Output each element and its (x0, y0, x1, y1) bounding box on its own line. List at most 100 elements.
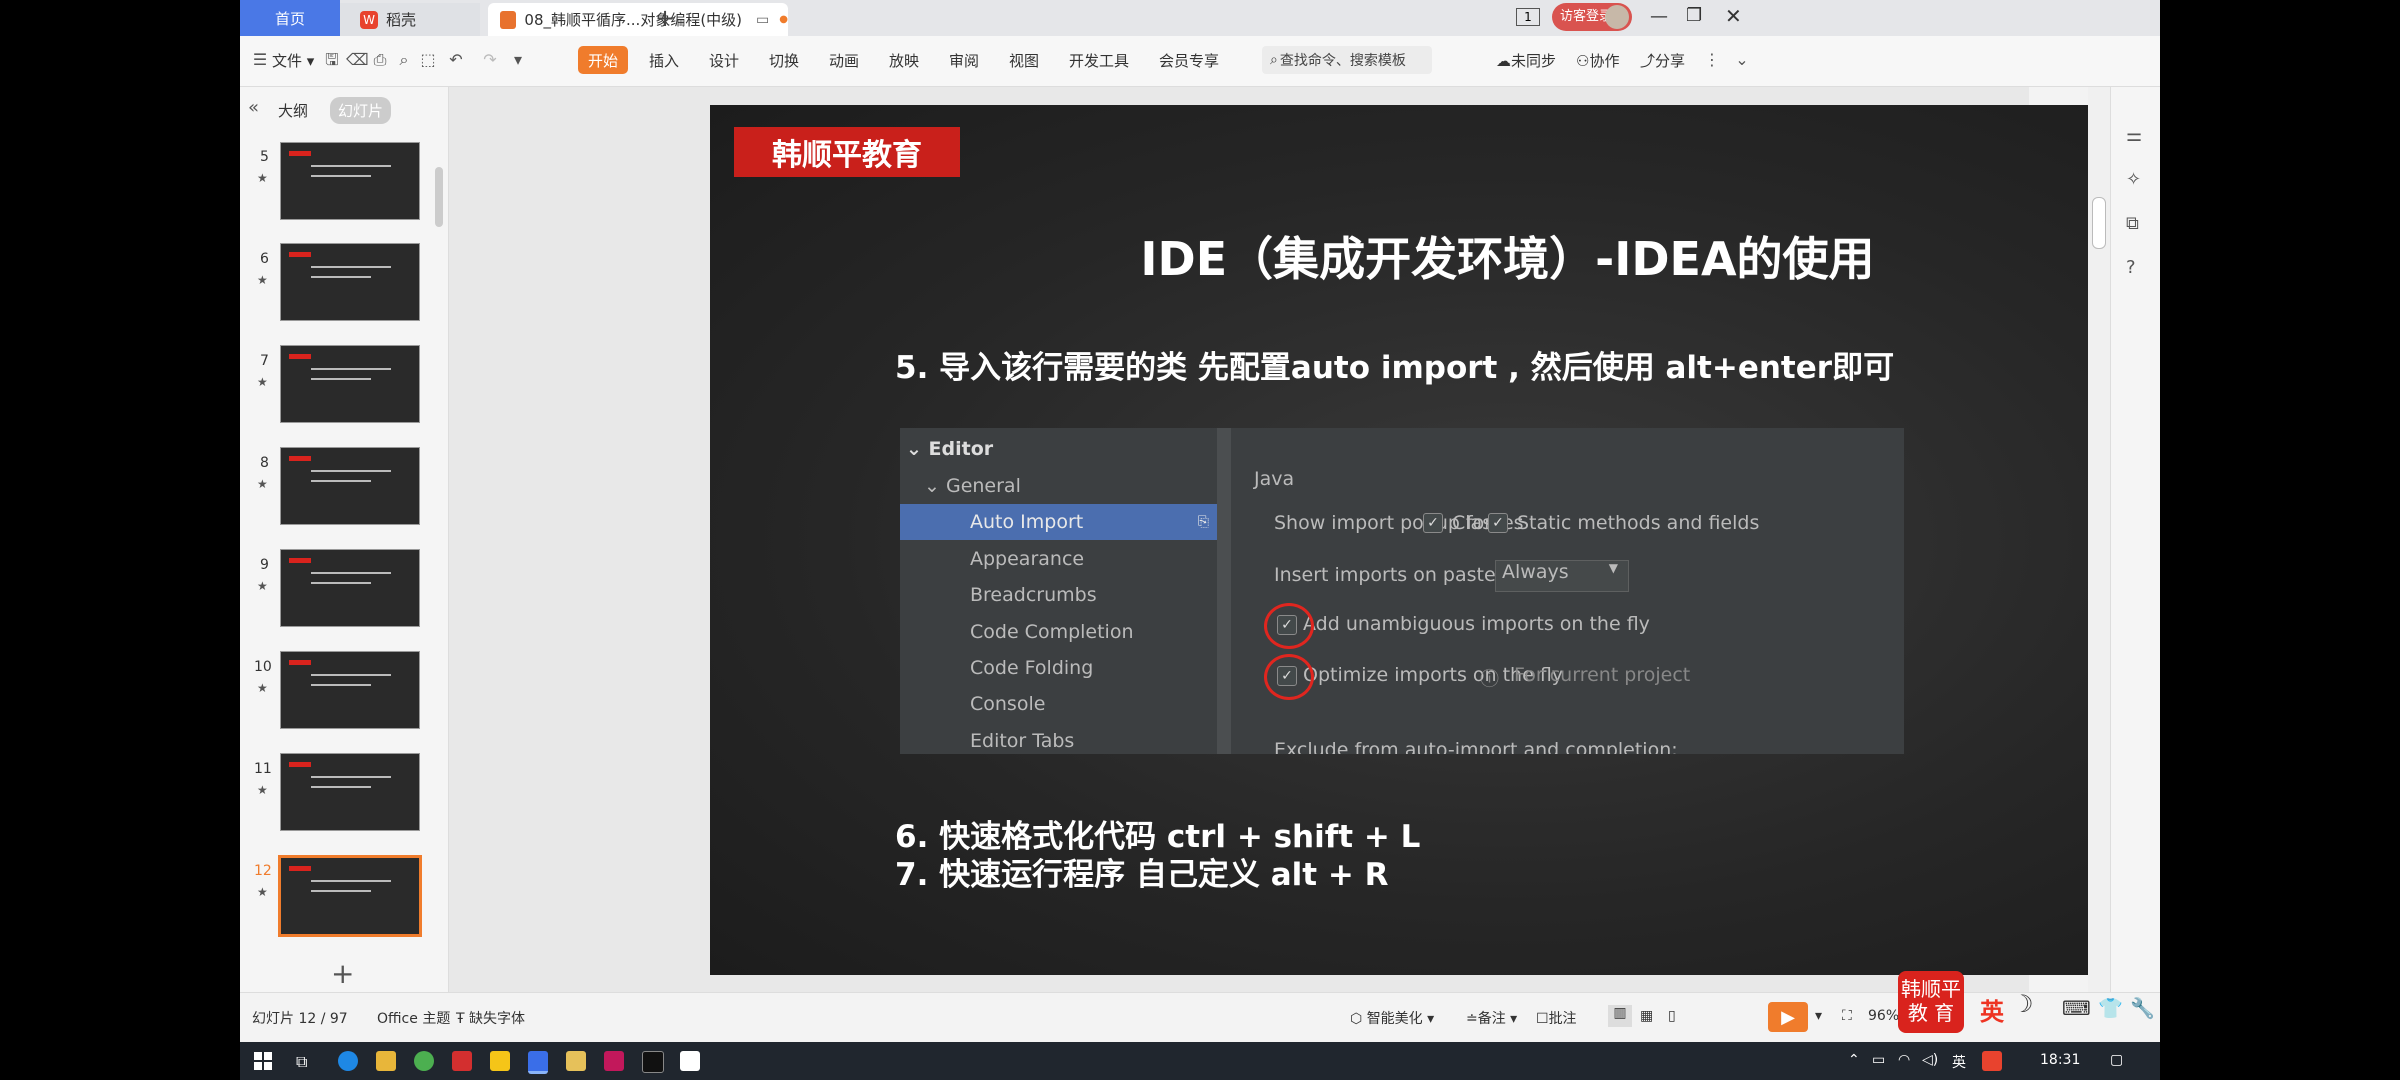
tab-insert[interactable]: 插入 (649, 50, 679, 71)
capture-app-icon[interactable] (680, 1051, 700, 1071)
wifi-icon[interactable]: ◠ (1898, 1052, 1910, 1068)
reading-view-icon[interactable]: ▯ (1668, 1008, 1676, 1024)
file-explorer-icon[interactable] (376, 1051, 396, 1071)
xmind-icon[interactable] (452, 1051, 472, 1071)
slide-position: 幻灯片 12 / 97 (252, 1011, 348, 1027)
intellij-icon[interactable] (604, 1051, 624, 1071)
slide-thumbnail-5[interactable] (280, 142, 420, 220)
tab-view[interactable]: 视图 (1009, 50, 1039, 71)
monitor-icon[interactable]: ▭ (756, 12, 769, 28)
share-button[interactable]: ⤴分享 (1640, 50, 1685, 71)
windows-start-icon[interactable] (254, 1052, 272, 1070)
missing-font-button[interactable]: Ŧ 缺失字体 (456, 1008, 525, 1028)
terminal-icon[interactable] (642, 1051, 664, 1073)
notification-icon[interactable]: ▢ (2110, 1052, 2123, 1068)
slide-title: IDE（集成开发环境）-IDEA的使用 (1140, 232, 1875, 286)
help-icon[interactable]: ? (2126, 257, 2136, 278)
cloud-icon: ☁ (1496, 52, 1511, 70)
tab-design[interactable]: 设计 (709, 50, 739, 71)
command-search[interactable]: ⌕ 查找命令、搜索模板 (1262, 46, 1432, 74)
print-icon[interactable]: ⎙ (370, 50, 390, 70)
copy-format-icon[interactable]: ⧉ (2126, 213, 2139, 234)
slide-thumbnail-7[interactable] (280, 345, 420, 423)
clock[interactable]: 18:31 (2040, 1052, 2080, 1068)
minimize-icon[interactable]: — (1650, 6, 1668, 27)
fit-window-icon[interactable]: ⛶ (1842, 1008, 1852, 1024)
current-slide[interactable]: 韩顺平教育 IDE（集成开发环境）-IDEA的使用 5. 导入该行需要的类 先配… (710, 105, 2160, 975)
collapse-panel-icon[interactable]: « (248, 97, 259, 118)
notes-app-icon[interactable] (566, 1051, 586, 1071)
redo-icon[interactable]: ↷ (480, 50, 500, 70)
hamburger-icon[interactable]: ☰ (250, 50, 270, 70)
collapse-ribbon-icon[interactable]: ⌄ (1732, 50, 1752, 70)
canvas-scroll-thumb[interactable] (2092, 197, 2106, 249)
sync-status[interactable]: ☁未同步 (1496, 50, 1556, 71)
slide-thumbnail-9[interactable] (280, 549, 420, 627)
more-options-icon[interactable]: ⋮ (1702, 50, 1722, 70)
tab-document[interactable]: 08_韩顺平循序...对象编程(中级) ▭ ● (488, 3, 788, 36)
pycharm-icon[interactable] (490, 1051, 510, 1071)
pin-icon[interactable]: ✧ (2126, 169, 2141, 190)
tab-transition[interactable]: 切换 (769, 50, 799, 71)
tab-home[interactable]: 首页 (240, 0, 340, 36)
ime-mode[interactable]: 英 (1980, 992, 2004, 1027)
tab-start[interactable]: 开始 (578, 46, 628, 74)
tab-docer[interactable]: W 稻壳 (340, 3, 480, 36)
file-menu[interactable]: 文件 ▾ (272, 50, 314, 71)
wps-taskbar-icon[interactable] (528, 1051, 548, 1074)
slide-thumbnail-panel: « 大纲 幻灯片 5 ★ 6 ★ 7 ★ 8 ★ 9 ★ 10 ★ 11 ★ 1… (240, 87, 449, 992)
save-icon[interactable]: 🖫 (322, 50, 342, 70)
wps-tray-icon[interactable] (1982, 1051, 2002, 1071)
avatar[interactable] (1605, 5, 1629, 29)
grid-view-icon[interactable]: ▦ (1640, 1008, 1653, 1024)
beautify-button[interactable]: ⬡ 智能美化 ▾ (1350, 1008, 1434, 1028)
new-tab-button[interactable]: + (655, 4, 675, 32)
volume-icon[interactable]: ◁) (1922, 1052, 1938, 1068)
play-slideshow-button[interactable]: ▶ (1768, 1002, 1808, 1032)
moon-icon[interactable]: ☽ (2012, 990, 2034, 1018)
canvas-scrollbar[interactable] (2088, 87, 2110, 992)
taskbar-ime[interactable]: 英 (1952, 1052, 1966, 1072)
keyboard-icon[interactable]: ⌨ (2062, 996, 2091, 1020)
restore-icon[interactable]: ❐ (1686, 5, 1702, 26)
tray-expand-icon[interactable]: ⌃ (1848, 1052, 1860, 1068)
animation-star-icon: ★ (257, 681, 268, 695)
wps-window: 首页 W 稻壳 08_韩顺平循序...对象编程(中级) ▭ ● + 1 访客登录… (240, 0, 2160, 1080)
notes-button[interactable]: ≐备注 ▾ (1466, 1008, 1517, 1028)
font-icon: Ŧ (456, 1011, 465, 1027)
tab-review[interactable]: 审阅 (949, 50, 979, 71)
tab-outline[interactable]: 大纲 (278, 100, 308, 121)
tab-slides[interactable]: 幻灯片 (330, 97, 392, 124)
tab-developer[interactable]: 开发工具 (1069, 50, 1129, 71)
chrome-icon[interactable] (414, 1051, 434, 1071)
tab-member[interactable]: 会员专享 (1159, 50, 1219, 71)
task-view-icon[interactable]: ⧉ (296, 1052, 307, 1072)
slide-thumbnail-11[interactable] (280, 753, 420, 831)
thumbnail-scrollbar[interactable] (435, 167, 443, 227)
print-preview-icon[interactable]: ⌕ (394, 50, 414, 70)
page-count-badge[interactable]: 1 (1516, 8, 1540, 26)
export-pdf-icon[interactable]: ⬚ (418, 50, 438, 70)
play-options-icon[interactable]: ▾ (1815, 1008, 1822, 1024)
slide-thumbnail-10[interactable] (280, 651, 420, 729)
slide-thumbnail-6[interactable] (280, 243, 420, 321)
battery-icon[interactable]: ▭ (1872, 1052, 1885, 1068)
tab-animation[interactable]: 动画 (829, 50, 859, 71)
tree-code-folding: Code Folding (970, 657, 1094, 679)
format-painter-icon[interactable]: ⌫ (346, 50, 369, 70)
edge-icon[interactable] (338, 1051, 358, 1071)
collaborate-button[interactable]: ⚇协作 (1576, 50, 1619, 71)
more-icon[interactable]: ▾ (508, 50, 528, 70)
add-slide-button[interactable]: + (331, 957, 354, 990)
adjust-icon[interactable]: ⚌ (2126, 125, 2142, 146)
slide-thumbnail-12[interactable] (278, 855, 422, 937)
close-icon[interactable]: ✕ (1725, 4, 1742, 28)
comments-button[interactable]: ☐批注 (1536, 1008, 1577, 1028)
undo-icon[interactable]: ↶ (446, 50, 466, 70)
shirt-icon[interactable]: 👕 (2098, 996, 2123, 1020)
tab-slideshow[interactable]: 放映 (889, 50, 919, 71)
normal-view-icon[interactable]: ▥ (1608, 1005, 1632, 1027)
zoom-level[interactable]: 96% (1868, 1008, 1899, 1024)
wrench-icon[interactable]: 🔧 (2130, 996, 2155, 1020)
slide-thumbnail-8[interactable] (280, 447, 420, 525)
